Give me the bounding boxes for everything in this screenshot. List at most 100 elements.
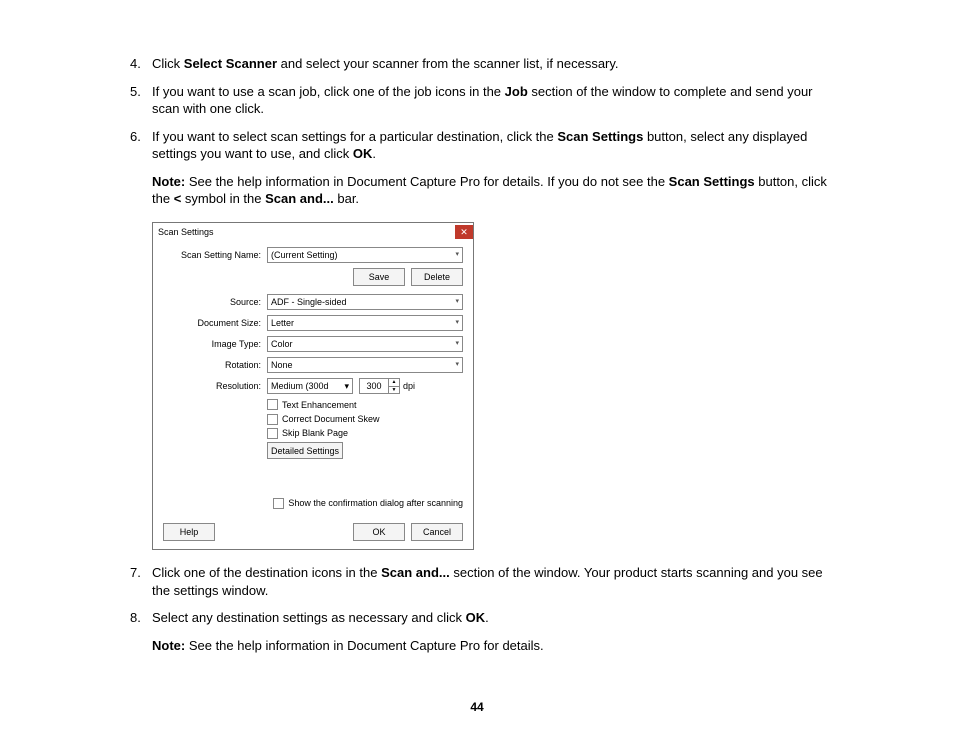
step-5: 5. If you want to use a scan job, click …	[152, 83, 834, 118]
note-block: Note: See the help information in Docume…	[152, 173, 834, 208]
docsize-label: Document Size:	[163, 317, 267, 329]
instruction-list: 4. Click Select Scanner and select your …	[120, 55, 834, 655]
page-number: 44	[0, 700, 954, 714]
resolution-dropdown[interactable]: Medium (300d ▾	[267, 378, 353, 394]
dpi-value[interactable]: 300	[359, 378, 389, 394]
resolution-row: Resolution: Medium (300d ▾ 300 ▲ ▼	[163, 378, 463, 394]
scan-settings-dialog: Scan Settings ✕ Scan Setting Name: (Curr…	[152, 222, 474, 551]
rotation-row: Rotation: None ▾	[163, 357, 463, 373]
step-4: 4. Click Select Scanner and select your …	[152, 55, 834, 73]
text: See the help information in Document Cap…	[185, 638, 543, 653]
text: Click	[152, 56, 184, 71]
step-number: 5.	[130, 83, 141, 101]
setting-name-label: Scan Setting Name:	[163, 249, 267, 261]
confirm-row[interactable]: Show the confirmation dialog after scann…	[163, 497, 463, 509]
dropdown-value: (Current Setting)	[271, 249, 338, 261]
chevron-down-icon: ▾	[455, 250, 459, 259]
save-button[interactable]: Save	[353, 268, 405, 286]
chevron-down-icon: ▾	[455, 339, 459, 348]
dialog-title: Scan Settings	[158, 226, 214, 238]
dropdown-value: None	[271, 359, 293, 371]
checkbox-stack: Text Enhancement Correct Document Skew S…	[267, 399, 463, 459]
text: and select your scanner from the scanner…	[277, 56, 619, 71]
dialog-footer: Help OK Cancel	[153, 517, 473, 549]
bold-text: Scan and...	[381, 565, 450, 580]
chevron-down-icon: ▾	[455, 297, 459, 306]
bold-text: Scan and...	[265, 191, 334, 206]
docsize-dropdown[interactable]: Letter ▾	[267, 315, 463, 331]
chk-text-enhancement[interactable]: Text Enhancement	[267, 399, 463, 411]
dpi-unit: dpi	[403, 380, 415, 392]
step-number: 6.	[130, 128, 141, 146]
step-number: 4.	[130, 55, 141, 73]
step-8: 8. Select any destination settings as ne…	[152, 609, 834, 654]
chevron-down-icon: ▾	[344, 380, 349, 392]
text: See the help information in Document Cap…	[185, 174, 668, 189]
bold-text: Scan Settings	[669, 174, 755, 189]
spin-down-icon[interactable]: ▼	[389, 387, 399, 394]
note-label: Note:	[152, 174, 185, 189]
text: .	[372, 146, 376, 161]
note-label: Note:	[152, 638, 185, 653]
step-number: 7.	[130, 564, 141, 582]
chevron-down-icon: ▾	[455, 318, 459, 327]
imgtype-label: Image Type:	[163, 338, 267, 350]
setting-name-row: Scan Setting Name: (Current Setting) ▾	[163, 247, 463, 263]
text: bar.	[334, 191, 359, 206]
checkbox-icon[interactable]	[267, 399, 278, 410]
step-6: 6. If you want to select scan settings f…	[152, 128, 834, 551]
docsize-row: Document Size: Letter ▾	[163, 315, 463, 331]
dropdown-value: Medium (300d	[271, 380, 329, 392]
document-page: 4. Click Select Scanner and select your …	[0, 0, 954, 655]
text: Click one of the destination icons in th…	[152, 565, 381, 580]
step-number: 8.	[130, 609, 141, 627]
dpi-spinner[interactable]: 300 ▲ ▼	[359, 378, 400, 394]
dropdown-value: Letter	[271, 317, 294, 329]
setting-name-dropdown[interactable]: (Current Setting) ▾	[267, 247, 463, 263]
bold-text: Job	[505, 84, 528, 99]
step-7: 7. Click one of the destination icons in…	[152, 564, 834, 599]
source-dropdown[interactable]: ADF - Single-sided ▾	[267, 294, 463, 310]
help-button[interactable]: Help	[163, 523, 215, 541]
dialog-titlebar: Scan Settings ✕	[153, 223, 473, 241]
resolution-label: Resolution:	[163, 380, 267, 392]
save-delete-row: Save Delete	[163, 268, 463, 286]
checkbox-icon[interactable]	[267, 414, 278, 425]
text: .	[485, 610, 489, 625]
text: If you want to select scan settings for …	[152, 129, 557, 144]
rotation-label: Rotation:	[163, 359, 267, 371]
imgtype-dropdown[interactable]: Color ▾	[267, 336, 463, 352]
bold-text: OK	[353, 146, 373, 161]
chk-correct-skew[interactable]: Correct Document Skew	[267, 413, 463, 425]
detailed-settings-button[interactable]: Detailed Settings	[267, 442, 343, 459]
footer-right: OK Cancel	[353, 523, 463, 541]
ok-button[interactable]: OK	[353, 523, 405, 541]
text: Select any destination settings as neces…	[152, 610, 466, 625]
close-icon[interactable]: ✕	[455, 225, 473, 239]
text: symbol in the	[181, 191, 265, 206]
cancel-button[interactable]: Cancel	[411, 523, 463, 541]
checkbox-icon[interactable]	[267, 428, 278, 439]
spinner-buttons[interactable]: ▲ ▼	[389, 378, 400, 394]
chevron-down-icon: ▾	[455, 360, 459, 369]
source-label: Source:	[163, 296, 267, 308]
dropdown-value: Color	[271, 338, 293, 350]
chk-skip-blank[interactable]: Skip Blank Page	[267, 427, 463, 439]
checkbox-label: Skip Blank Page	[282, 427, 348, 439]
note-block: Note: See the help information in Docume…	[152, 637, 834, 655]
checkbox-icon[interactable]	[273, 498, 284, 509]
spin-up-icon[interactable]: ▲	[389, 379, 399, 387]
imgtype-row: Image Type: Color ▾	[163, 336, 463, 352]
delete-button[interactable]: Delete	[411, 268, 463, 286]
text: If you want to use a scan job, click one…	[152, 84, 505, 99]
dropdown-value: ADF - Single-sided	[271, 296, 347, 308]
checkbox-label: Text Enhancement	[282, 399, 357, 411]
bold-text: Scan Settings	[557, 129, 643, 144]
rotation-dropdown[interactable]: None ▾	[267, 357, 463, 373]
bold-text: Select Scanner	[184, 56, 277, 71]
source-row: Source: ADF - Single-sided ▾	[163, 294, 463, 310]
confirm-label: Show the confirmation dialog after scann…	[288, 497, 463, 509]
bold-text: OK	[466, 610, 486, 625]
checkbox-label: Correct Document Skew	[282, 413, 380, 425]
dialog-body: Scan Setting Name: (Current Setting) ▾ S…	[153, 241, 473, 518]
